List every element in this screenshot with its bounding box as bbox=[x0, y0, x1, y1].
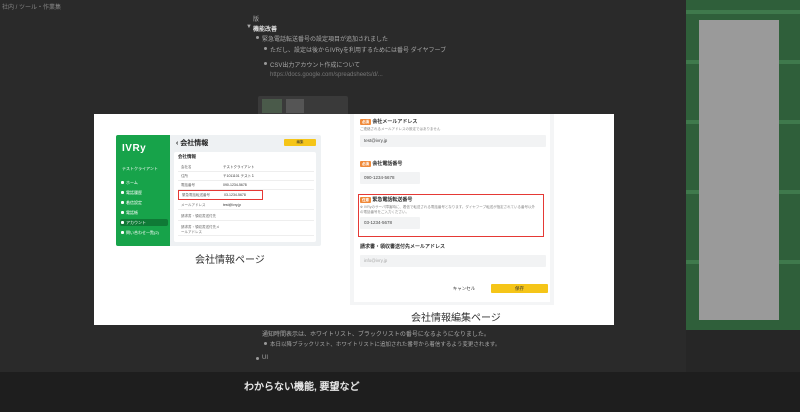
table-row: 住所 〒1011101 テスト１ bbox=[178, 172, 314, 181]
doc-line: 緊急電話転送番号の設定項目が追加されました bbox=[262, 37, 389, 43]
table-row: メールアドレス test@ivry.jp bbox=[178, 201, 314, 210]
doc-image-thumbnail[interactable] bbox=[258, 96, 348, 116]
ivry-logo: IVRy bbox=[122, 143, 147, 154]
inquiry-icon bbox=[121, 231, 124, 234]
bullet-icon bbox=[264, 62, 267, 65]
sidebar: IVRy テストクライアント ホーム 電話履歴 着信設定 電話帳 アカウント 問… bbox=[116, 135, 170, 246]
doc-heading-improvements: 機能改善 bbox=[253, 27, 278, 33]
card-title: 会社情報 bbox=[178, 154, 196, 159]
highlight-box bbox=[358, 194, 544, 237]
home-icon bbox=[121, 181, 124, 184]
required-badge: 必須 bbox=[360, 160, 371, 167]
video-feed bbox=[686, 0, 800, 330]
redacted-area bbox=[699, 20, 779, 320]
edit-button[interactable]: 編集 bbox=[284, 139, 316, 146]
sidebar-item-home[interactable]: ホーム bbox=[120, 179, 168, 186]
doc-line: ただし、設定は後からIVRyを利用するためには番号 ダイヤフーブ bbox=[270, 48, 447, 54]
billing-email-field: 請求書・領収書送付先メールアドレス info@ivry.jp bbox=[360, 243, 546, 267]
bullet-icon bbox=[256, 36, 259, 39]
bullet-icon bbox=[256, 357, 259, 360]
page-title: ‹ 会社情報 bbox=[176, 140, 209, 147]
sidebar-item-history[interactable]: 電話履歴 bbox=[120, 189, 168, 196]
table-row: 請求書・領収書送付先メールアドレス bbox=[178, 223, 314, 236]
required-badge: 必須 bbox=[360, 118, 371, 125]
sidebar-item-phonebook[interactable]: 電話帳 bbox=[120, 209, 168, 216]
table-row-highlighted: 緊急電話転送番号 03-1234-5678 bbox=[178, 190, 263, 200]
breadcrumb[interactable]: 社内 / ツール・作業集 bbox=[2, 2, 61, 11]
bullet-icon bbox=[264, 342, 267, 345]
doc-line: UI bbox=[262, 355, 268, 361]
company-phone-field: 必須 会社電話番号 090-1234-5678 bbox=[360, 160, 546, 184]
settings-icon bbox=[121, 201, 124, 204]
table-row: 電話番号 090-1234-5678 bbox=[178, 181, 314, 190]
client-name: テストクライアント bbox=[122, 166, 158, 171]
sidebar-item-account[interactable]: アカウント bbox=[120, 219, 168, 226]
cancel-button[interactable]: キャンセル bbox=[446, 284, 482, 293]
caption-company-info: 会社情報ページ bbox=[195, 255, 265, 266]
doc-line: 通知時間表示は、ホワイトリスト、ブラックリストの番号になるようになりました。 bbox=[262, 332, 490, 338]
company-info-card: 会社情報 会社名 テストクライアント 住所 〒1011101 テスト１ 電話番号 09… bbox=[174, 152, 316, 242]
phonebook-icon bbox=[121, 211, 124, 214]
sidebar-item-inquiries[interactable]: 問い合わせ一覧(2) bbox=[120, 229, 168, 236]
company-info-screenshot: IVRy テストクライアント ホーム 電話履歴 着信設定 電話帳 アカウント 問… bbox=[116, 135, 321, 246]
doc-line: CSV出力アカウント作成について bbox=[270, 63, 361, 69]
doc-heading-requests: わからない機能, 要望など bbox=[244, 382, 360, 393]
bottom-bar: わからない機能, 要望など bbox=[0, 372, 800, 412]
sidebar-item-settings[interactable]: 着信設定 bbox=[120, 199, 168, 206]
table-row: 請求書・領収書送付先 bbox=[178, 212, 314, 221]
account-icon bbox=[121, 221, 124, 224]
billing-email-input[interactable]: info@ivry.jp bbox=[360, 255, 546, 267]
company-email-input[interactable]: test@ivry.jp bbox=[360, 135, 546, 147]
history-icon bbox=[121, 191, 124, 194]
caption-company-edit: 会社情報編集ページ bbox=[411, 313, 501, 324]
company-email-field: 必須 会社メールアドレス ご連絡されるメールアドレスの設定ではありません tes… bbox=[360, 118, 546, 147]
doc-line: 版 bbox=[253, 17, 260, 23]
toggle-arrow-icon[interactable]: ▼ bbox=[246, 24, 252, 30]
company-phone-input[interactable]: 090-1234-5678 bbox=[360, 172, 420, 184]
doc-line: 本日以降ブラックリスト、ホワイトリストに追加された番号から着信するよう変更されま… bbox=[270, 342, 501, 348]
bullet-icon bbox=[264, 47, 267, 50]
save-button[interactable]: 保存 bbox=[491, 284, 548, 293]
company-edit-screenshot: 必須 会社メールアドレス ご連絡されるメールアドレスの設定ではありません tes… bbox=[350, 114, 554, 305]
table-row: 会社名 テストクライアント bbox=[178, 163, 314, 172]
doc-link[interactable]: https://docs.google.com/spreadsheets/d/.… bbox=[270, 72, 383, 78]
